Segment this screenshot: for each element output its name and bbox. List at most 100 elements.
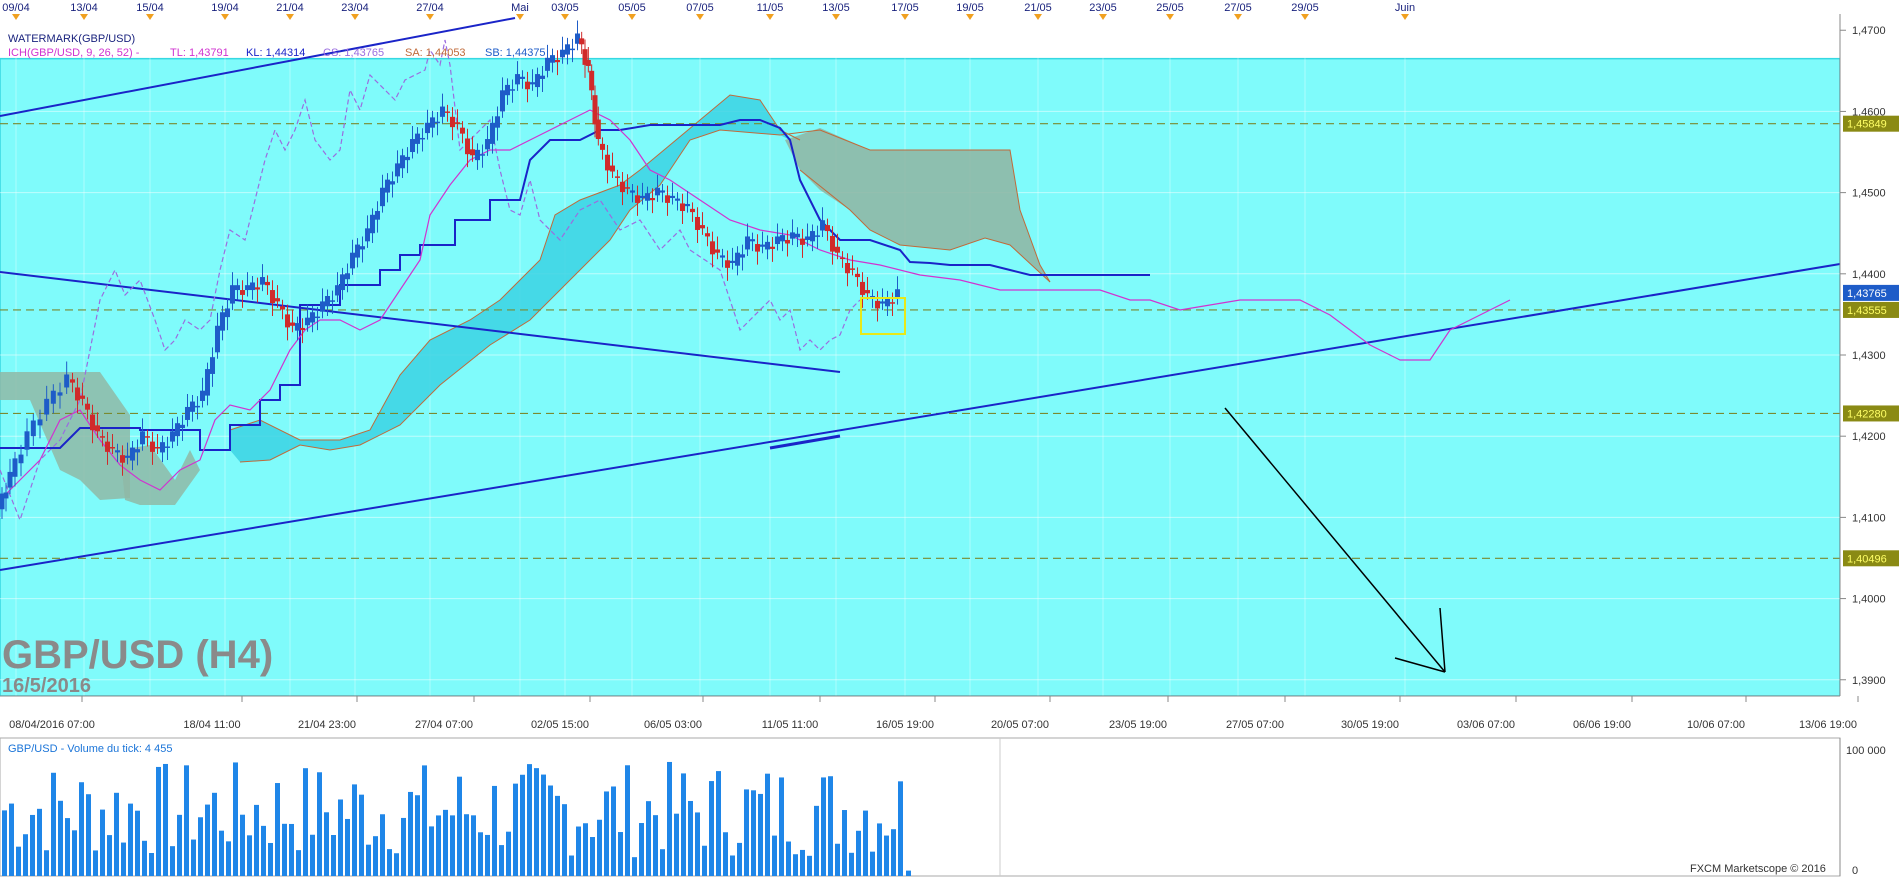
volume-bar (695, 812, 700, 876)
candle-body (585, 60, 591, 66)
candle-body (765, 241, 770, 250)
volume-bar (331, 835, 336, 876)
volume-bar (653, 815, 658, 876)
candle-body (425, 122, 430, 134)
volume-bar (611, 786, 616, 876)
volume-bar (471, 815, 476, 876)
volume-bar (849, 852, 854, 876)
volume-bar (604, 791, 609, 876)
candle-body (705, 233, 710, 237)
volume-bar (863, 810, 868, 876)
volume-bar (86, 794, 91, 876)
volume-bar (359, 794, 364, 876)
candle-body (625, 187, 630, 189)
volume-bar (800, 849, 805, 876)
volume-bar (275, 783, 280, 876)
volume-bar (23, 834, 28, 876)
volume-bar (632, 857, 637, 876)
volume-bar (492, 785, 497, 876)
candle-body (135, 449, 140, 453)
candle-body (540, 75, 545, 79)
candle-body (440, 106, 445, 117)
time-tick-label: 11/05 11:00 (762, 719, 818, 731)
candle-body (505, 84, 510, 96)
legend-cs: CS: 1,43765 (323, 47, 384, 59)
volume-bar (177, 814, 182, 876)
candle-body (895, 289, 900, 299)
candle-body (7, 471, 13, 488)
candle-body (405, 156, 410, 161)
time-tick-label: 10/06 07:00 (1687, 719, 1745, 731)
candle-body (855, 273, 860, 278)
candle-body (635, 195, 640, 203)
candle-body (615, 176, 620, 178)
candle-body (550, 55, 555, 63)
candle-body (480, 154, 485, 156)
candle-body (185, 406, 190, 420)
candle-body (495, 116, 500, 128)
volume-bar (562, 804, 567, 876)
candle-body (490, 122, 495, 144)
legend-sb: SB: 1,44375 (485, 47, 546, 59)
volume-bar (9, 803, 14, 876)
volume-bar (163, 763, 168, 876)
volume-bar (317, 772, 322, 876)
candle-body (85, 403, 90, 410)
candle-body (630, 190, 635, 193)
candle-body (140, 431, 145, 445)
volume-bar (674, 813, 679, 876)
candle-body (579, 38, 585, 45)
volume-bar (135, 810, 140, 876)
candle-body (50, 390, 56, 404)
volume-bar (744, 789, 749, 876)
candle-body (235, 285, 240, 291)
volume-bar (884, 835, 889, 876)
candle-body (785, 239, 790, 244)
candle-body (665, 195, 670, 203)
top-date-label: 13/05 (822, 2, 850, 14)
candle-body (835, 246, 840, 253)
volume-bar (240, 814, 245, 876)
candle-body (130, 447, 135, 461)
candle-body (100, 436, 105, 438)
volume-bar (485, 834, 490, 876)
candle-body (485, 139, 490, 150)
time-tick-label: 16/05 19:00 (876, 719, 934, 731)
candle-body (75, 387, 80, 401)
top-date-label: 23/05 (1089, 2, 1117, 14)
legend-tl: TL: 1,43791 (170, 47, 229, 59)
candle-body (30, 420, 36, 437)
candle-body (105, 441, 110, 452)
price-tick-label: 1,4100 (1852, 512, 1886, 524)
volume-bar (380, 814, 385, 876)
volume-bar (436, 815, 441, 876)
candle-body (300, 327, 305, 331)
volume-bar (660, 849, 665, 876)
candle-body (225, 308, 230, 318)
top-date-label: 13/04 (70, 2, 98, 14)
date-watermark: 16/5/2016 (2, 675, 91, 697)
volume-bar (450, 815, 455, 876)
volume-bar (142, 840, 147, 876)
volume-bar (891, 829, 896, 876)
candle-body (735, 252, 740, 266)
candle-body (830, 235, 835, 252)
candle-body (815, 235, 820, 237)
volume-bar (639, 823, 644, 876)
candle-body (95, 425, 100, 432)
candle-body (325, 296, 330, 307)
candle-body (760, 244, 765, 247)
top-date-label: Juin (1395, 2, 1415, 14)
time-tick-label: 02/05 15:00 (531, 719, 589, 731)
top-date-label: 03/05 (551, 2, 579, 14)
volume-bar (121, 842, 126, 876)
candle-body (200, 390, 205, 402)
volume-bar (464, 814, 469, 876)
candle-body (825, 225, 830, 232)
candle-body (215, 325, 220, 353)
volume-bar (408, 791, 413, 876)
time-tick-label: 30/05 19:00 (1341, 719, 1399, 731)
volume-bar (828, 776, 833, 876)
volume-bar (898, 781, 903, 876)
volume-bar (198, 817, 203, 876)
